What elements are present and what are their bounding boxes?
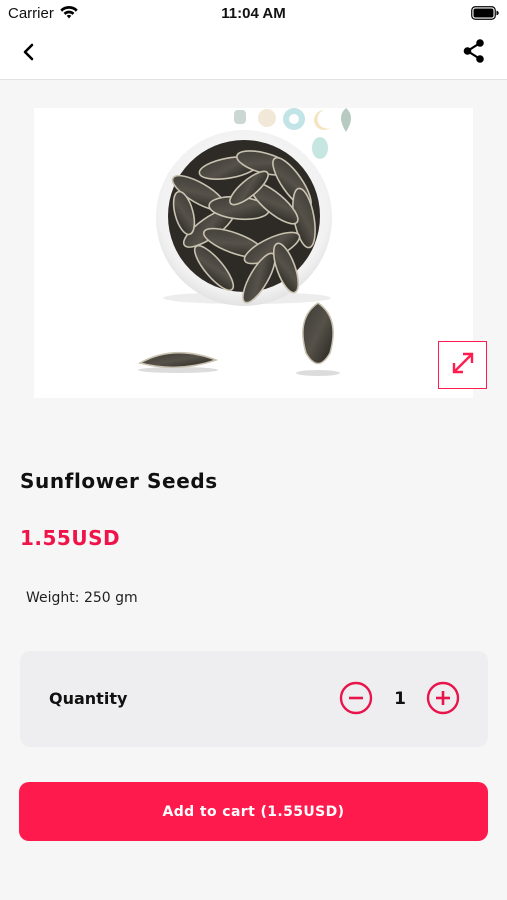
status-bar: Carrier 11:04 AM xyxy=(0,0,507,28)
expand-image-button[interactable] xyxy=(438,341,487,389)
product-price: 1.55USD xyxy=(20,526,121,550)
quantity-label: Quantity xyxy=(49,689,128,708)
expand-icon xyxy=(450,350,476,380)
navigation-bar xyxy=(0,28,507,80)
plus-circle-icon xyxy=(426,681,460,719)
clock: 11:04 AM xyxy=(221,5,286,22)
minus-circle-icon xyxy=(339,681,373,719)
share-button[interactable] xyxy=(459,38,489,68)
add-to-cart-button[interactable]: Add to cart (1.55USD) xyxy=(19,782,488,841)
sunflower-seeds-illustration xyxy=(138,108,351,376)
chevron-left-icon xyxy=(22,43,36,65)
product-title: Sunflower Seeds xyxy=(20,469,218,493)
decrease-quantity-button[interactable] xyxy=(339,681,373,715)
share-icon xyxy=(461,38,487,68)
product-image[interactable] xyxy=(34,108,487,398)
product-weight: Weight: 250 gm xyxy=(26,590,138,606)
battery-icon xyxy=(471,6,499,24)
back-button[interactable] xyxy=(14,40,44,68)
increase-quantity-button[interactable] xyxy=(426,681,460,715)
quantity-stepper: Quantity 1 xyxy=(20,651,488,747)
quantity-value: 1 xyxy=(394,689,406,709)
